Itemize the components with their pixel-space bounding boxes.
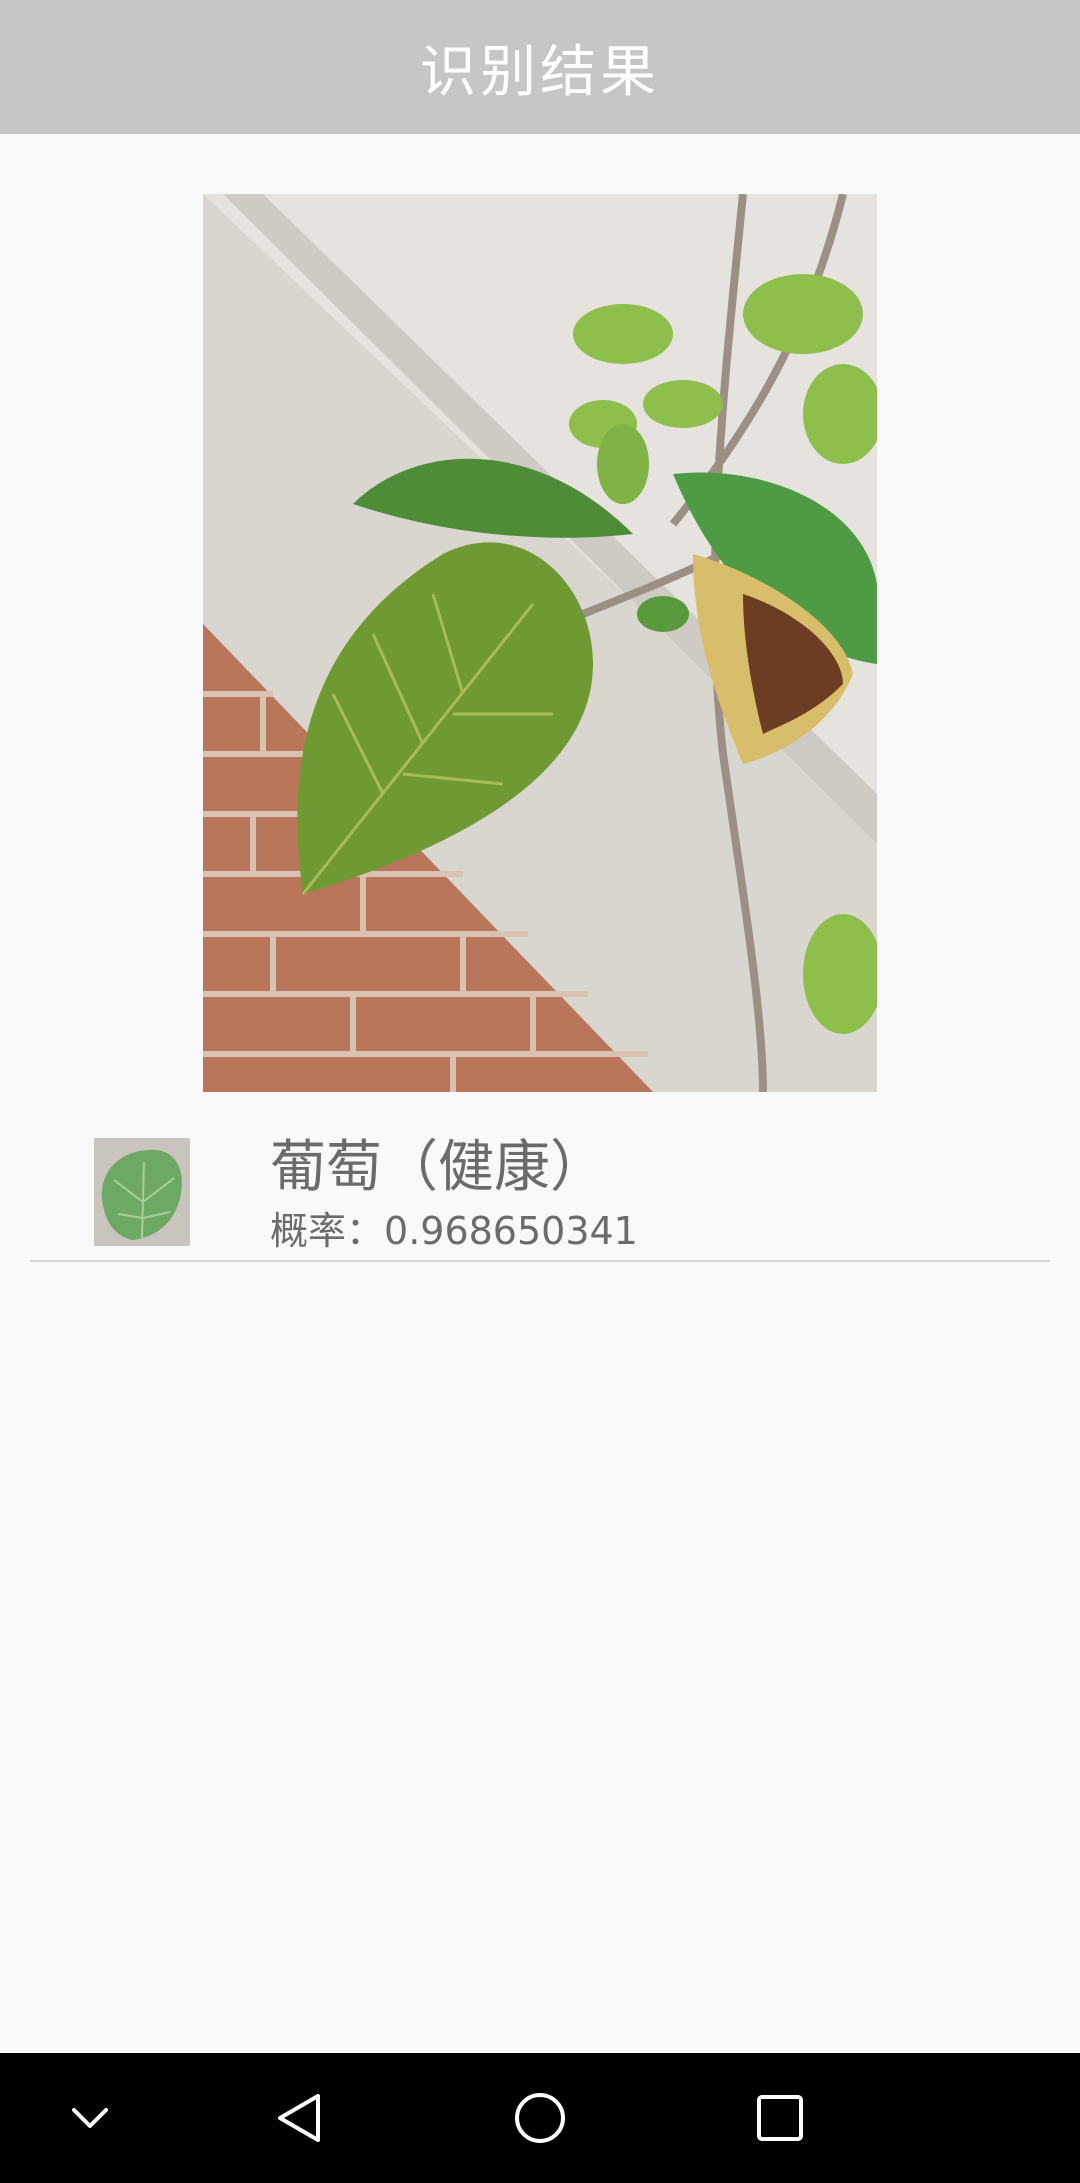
recents-square-icon[interactable] (720, 2053, 840, 2183)
page-title: 识别结果 (420, 39, 660, 105)
probability-label: 概率： (270, 1209, 385, 1253)
result-class-name: 葡萄（健康） (270, 1135, 606, 1200)
home-circle-icon[interactable] (480, 2053, 600, 2183)
back-triangle-icon[interactable] (240, 2053, 360, 2183)
probability-value: 0.968650341 (384, 1209, 638, 1253)
app-bar: 识别结果 (0, 0, 1080, 134)
result-thumbnail (94, 1138, 190, 1246)
result-list-item[interactable]: 葡萄（健康） 概率：0.968650341 (30, 1120, 1050, 1262)
result-probability: 概率：0.968650341 (270, 1212, 638, 1250)
chevron-down-icon[interactable] (30, 2053, 150, 2183)
uploaded-plant-photo (203, 194, 877, 1092)
system-navigation-bar (0, 2053, 1080, 2183)
